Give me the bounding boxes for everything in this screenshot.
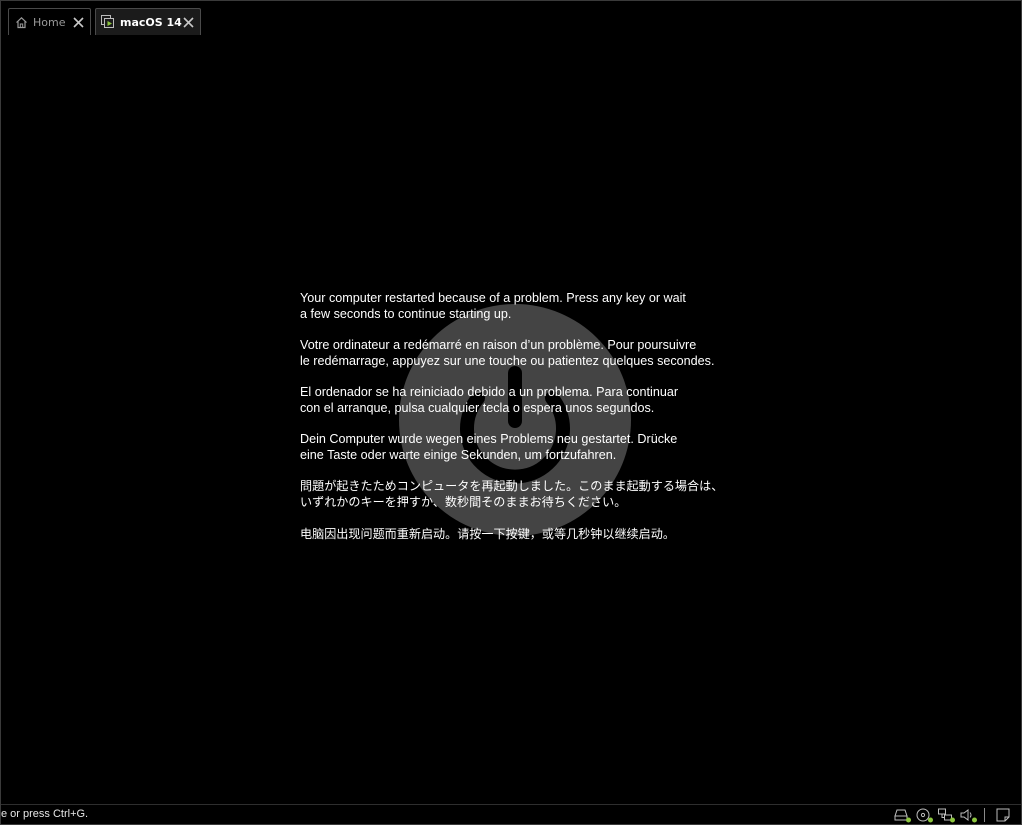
status-bar: e or press Ctrl+G. [1,804,1021,824]
restart-message-block: Your computer restarted because of a pro… [300,290,740,558]
restart-message-es: El ordenador se ha reiniciado debido a u… [300,385,679,415]
device-tray [890,807,1013,823]
restart-message-fr: Votre ordinateur a redémarré en raison d… [300,338,715,368]
tray-separator [984,808,985,822]
restart-message-zh: 电脑因出现问题而重新启动。请按一下按键，或等几秒钟以继续启动。 [300,527,675,541]
cd-dvd-icon[interactable] [915,807,934,823]
vm-console-screen[interactable]: Your computer restarted because of a pro… [1,37,1021,805]
restart-message-en: Your computer restarted because of a pro… [300,291,686,321]
tab-macos-14-label: macOS 14 [120,15,182,29]
close-icon[interactable] [182,15,195,29]
tab-bar: Home macOS 14 [1,1,1021,37]
home-icon [14,15,28,29]
tab-macos-14[interactable]: macOS 14 [95,8,201,35]
vmware-window: Home macOS 14 Your computer restarted be… [0,0,1022,825]
hard-disk-icon[interactable] [893,807,912,823]
status-hint-text: e or press Ctrl+G. [1,808,89,820]
vm-running-icon [101,15,115,29]
restart-message-ja: 問題が起きたためコンピュータを再起動しました。このまま起動する場合は、 いずれか… [300,479,724,509]
restart-message-de: Dein Computer wurde wegen eines Problems… [300,432,678,462]
tab-home-label: Home [33,15,66,29]
message-log-icon[interactable] [994,807,1013,823]
close-icon[interactable] [71,15,85,29]
tab-home[interactable]: Home [8,8,91,35]
network-icon[interactable] [937,807,956,823]
sound-icon[interactable] [959,807,978,823]
